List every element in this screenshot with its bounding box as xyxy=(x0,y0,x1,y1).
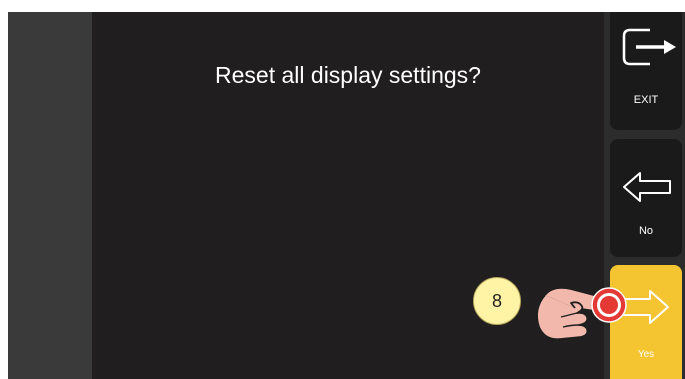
no-button-label: No xyxy=(638,225,654,237)
exit-arrow-icon xyxy=(622,28,676,66)
no-button[interactable]: No xyxy=(610,139,682,257)
exit-button[interactable]: EXIT xyxy=(610,12,682,130)
tap-target-icon xyxy=(591,287,627,323)
confirmation-prompt: Reset all display settings? xyxy=(215,62,481,88)
step-number-badge: 8 xyxy=(473,277,521,325)
arrow-left-icon xyxy=(623,172,671,202)
left-panel-strip xyxy=(8,12,92,379)
exit-button-label: EXIT xyxy=(633,94,659,106)
hand-pointer-icon xyxy=(536,286,627,341)
